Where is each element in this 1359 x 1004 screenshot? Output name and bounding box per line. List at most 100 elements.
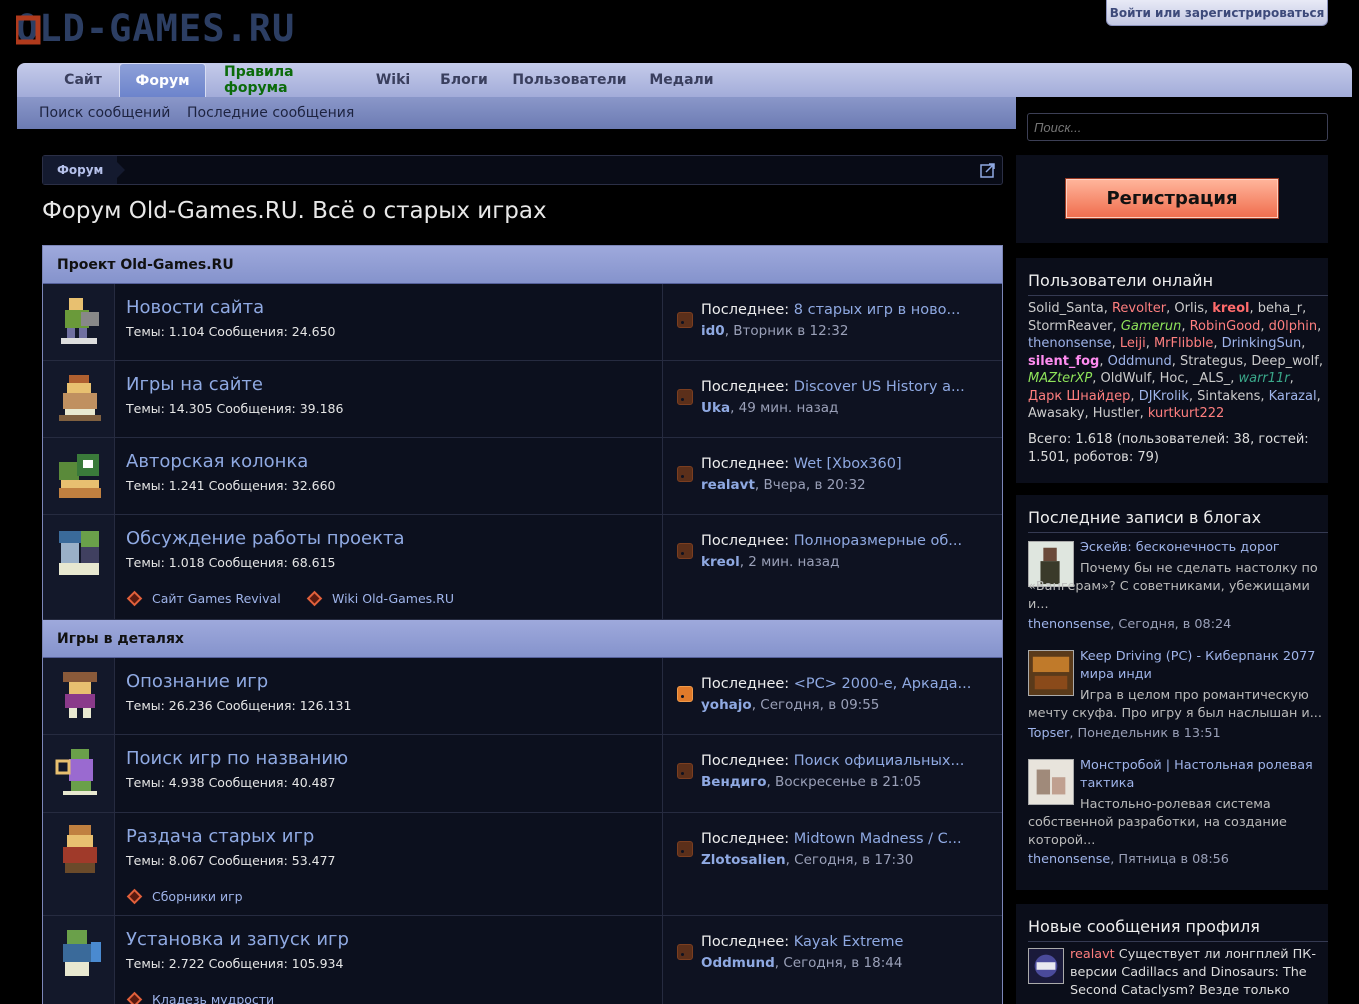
last-thread-link[interactable]: Поиск официальных... bbox=[794, 753, 965, 769]
forum-node-title[interactable]: Новости сайта bbox=[126, 297, 264, 318]
online-user-link[interactable]: kreol bbox=[1212, 301, 1249, 316]
breadcrumb-forum[interactable]: Форум bbox=[43, 156, 118, 184]
rss-icon[interactable] bbox=[677, 312, 693, 328]
blog-title[interactable]: Keep Driving (PC) - Киберпанк 2077 мира … bbox=[1080, 648, 1324, 684]
last-thread-link[interactable]: Discover US History a... bbox=[794, 379, 965, 395]
subforum-link[interactable]: Wiki Old-Games.RU bbox=[306, 590, 454, 607]
rss-icon[interactable] bbox=[677, 389, 693, 405]
online-user-link[interactable]: DrinkingSun bbox=[1222, 336, 1302, 351]
online-user-link[interactable]: Strategus bbox=[1180, 354, 1243, 369]
site-logo[interactable]: OLD-GAMES.RU bbox=[16, 8, 356, 48]
login-register-button[interactable]: Войти или зарегистрироваться bbox=[1106, 0, 1328, 26]
last-thread-link[interactable]: Wet [Xbox360] bbox=[794, 456, 902, 472]
forum-node: Авторская колонка Темы: 1.241 Сообщения:… bbox=[43, 438, 1002, 515]
subforum-link[interactable]: Сайт Games Revival bbox=[126, 590, 281, 607]
subtab-recent-posts[interactable]: Последние сообщения bbox=[187, 97, 354, 129]
online-user-link[interactable]: beha_r bbox=[1258, 301, 1302, 316]
tab-forum[interactable]: Форум bbox=[119, 63, 206, 97]
blog-title[interactable]: Монстробой | Настольная ролевая тактика bbox=[1080, 757, 1324, 793]
online-user-link[interactable]: silent_fog bbox=[1028, 354, 1099, 369]
register-button[interactable]: Регистрация bbox=[1066, 179, 1278, 218]
last-post-user[interactable]: id0 bbox=[701, 323, 725, 339]
category-header[interactable]: Игры в деталях bbox=[43, 620, 1002, 658]
main-navigation: Сайт Форум Правила форума Wiki Блоги Пол… bbox=[17, 63, 1352, 97]
online-user-link[interactable]: Deep_wolf bbox=[1251, 354, 1319, 369]
forum-node-title[interactable]: Установка и запуск игр bbox=[126, 929, 349, 950]
user-avatar[interactable] bbox=[1028, 948, 1064, 984]
online-user-link[interactable]: Gamerun bbox=[1121, 319, 1182, 334]
rss-icon[interactable] bbox=[677, 841, 693, 857]
blog-meta: thenonsense, Сегодня, в 08:24 bbox=[1028, 617, 1232, 632]
last-post-meta: yohajo, Сегодня, в 09:55 bbox=[701, 697, 880, 713]
online-user-link[interactable]: DJKrolik bbox=[1139, 389, 1189, 404]
online-user-link[interactable]: Orlis bbox=[1174, 301, 1204, 316]
last-post: Последнее: Wet [Xbox360] realavt, Вчера,… bbox=[662, 438, 1002, 514]
breadcrumb-arrow bbox=[111, 156, 125, 184]
profile-post-author[interactable]: realavt bbox=[1070, 947, 1115, 962]
last-post-user[interactable]: kreol bbox=[701, 554, 740, 570]
external-link-icon[interactable] bbox=[980, 162, 996, 178]
tab-forum-rules[interactable]: Правила форума bbox=[224, 63, 342, 97]
blog-author[interactable]: thenonsense bbox=[1028, 617, 1110, 632]
online-user-link[interactable]: Karazal bbox=[1269, 389, 1317, 404]
tab-blogs[interactable]: Блоги bbox=[440, 63, 488, 97]
last-thread-link[interactable]: Kayak Extreme bbox=[794, 934, 904, 950]
online-user-link[interactable]: MrFlibble bbox=[1154, 336, 1213, 351]
last-thread-link[interactable]: Полноразмерные об... bbox=[794, 533, 962, 549]
subtab-search-posts[interactable]: Поиск сообщений bbox=[39, 97, 170, 129]
search-input[interactable] bbox=[1027, 113, 1328, 141]
online-user-link[interactable]: warr11r bbox=[1238, 371, 1289, 386]
tab-wiki[interactable]: Wiki bbox=[376, 63, 410, 97]
online-user-link[interactable]: Oddmund bbox=[1108, 354, 1172, 369]
subforum-link[interactable]: Кладезь мудрости bbox=[126, 991, 274, 1004]
rss-icon[interactable] bbox=[677, 466, 693, 482]
category-header[interactable]: Проект Old-Games.RU bbox=[43, 246, 1002, 284]
last-post-user[interactable]: realavt bbox=[701, 477, 755, 493]
rss-icon[interactable] bbox=[677, 944, 693, 960]
last-post-user[interactable]: Oddmund bbox=[701, 955, 775, 971]
forum-node-title[interactable]: Игры на сайте bbox=[126, 374, 263, 395]
online-user-link[interactable]: Дарк Шнайдер bbox=[1028, 389, 1130, 404]
online-user-link[interactable]: Leiji bbox=[1120, 336, 1146, 351]
last-thread-link[interactable]: 8 старых игр в ново... bbox=[794, 302, 961, 318]
online-user-link[interactable]: StormReaver bbox=[1028, 319, 1113, 334]
blog-title[interactable]: Эскейв: бесконечность дорог bbox=[1080, 539, 1324, 557]
subforum-link[interactable]: Сборники игр bbox=[126, 888, 243, 905]
forum-node-title[interactable]: Авторская колонка bbox=[126, 451, 308, 472]
online-user-link[interactable]: kurtkurt222 bbox=[1148, 406, 1224, 421]
tab-site[interactable]: Сайт bbox=[64, 63, 102, 97]
last-thread-link[interactable]: Midtown Madness / C... bbox=[794, 831, 962, 847]
online-user-link[interactable]: Sintakens bbox=[1197, 389, 1260, 404]
blog-author[interactable]: thenonsense bbox=[1028, 852, 1110, 867]
rss-icon[interactable] bbox=[677, 686, 693, 702]
last-post-user[interactable]: Uka bbox=[701, 400, 730, 416]
last-post-user[interactable]: yohajo bbox=[701, 697, 752, 713]
forum-node-title[interactable]: Раздача старых игр bbox=[126, 826, 314, 847]
online-user-link[interactable]: Solid_Santa bbox=[1028, 301, 1104, 316]
tab-users[interactable]: Пользователи bbox=[512, 63, 626, 97]
forum-node-title[interactable]: Опознание игр bbox=[126, 671, 268, 692]
online-user-link[interactable]: Awasaky bbox=[1028, 406, 1084, 421]
forum-node-icon bbox=[43, 813, 115, 915]
online-user-link[interactable]: MAZterXP bbox=[1028, 371, 1092, 386]
rss-icon[interactable] bbox=[677, 763, 693, 779]
last-post-line: Последнее: <PC> 2000-е, Аркада... bbox=[701, 676, 972, 692]
forum-node-title[interactable]: Обсуждение работы проекта bbox=[126, 528, 404, 549]
online-user-link[interactable]: Revolter bbox=[1112, 301, 1166, 316]
tab-medals[interactable]: Медали bbox=[649, 63, 713, 97]
online-user-link[interactable]: Hoc bbox=[1160, 371, 1185, 386]
last-thread-link[interactable]: <PC> 2000-е, Аркада... bbox=[794, 676, 972, 692]
last-post: Последнее: <PC> 2000-е, Аркада... yohajo… bbox=[662, 658, 1002, 734]
online-user-link[interactable]: _ALS_ bbox=[1193, 371, 1230, 386]
last-post-user[interactable]: Вендиго bbox=[701, 774, 766, 790]
online-user-link[interactable]: OldWulf bbox=[1100, 371, 1151, 386]
online-user-link[interactable]: d0lphin bbox=[1269, 319, 1317, 334]
last-post-user[interactable]: Zlotosalien bbox=[701, 852, 786, 868]
forum-node-title[interactable]: Поиск игр по названию bbox=[126, 748, 348, 769]
online-user-link[interactable]: Hustler bbox=[1093, 406, 1140, 421]
blog-author[interactable]: Topser bbox=[1028, 726, 1069, 741]
online-user-link[interactable]: RobinGood bbox=[1190, 319, 1261, 334]
rss-icon[interactable] bbox=[677, 543, 693, 559]
pixel-character-icon bbox=[63, 930, 101, 976]
online-user-link[interactable]: thenonsense bbox=[1028, 336, 1112, 351]
